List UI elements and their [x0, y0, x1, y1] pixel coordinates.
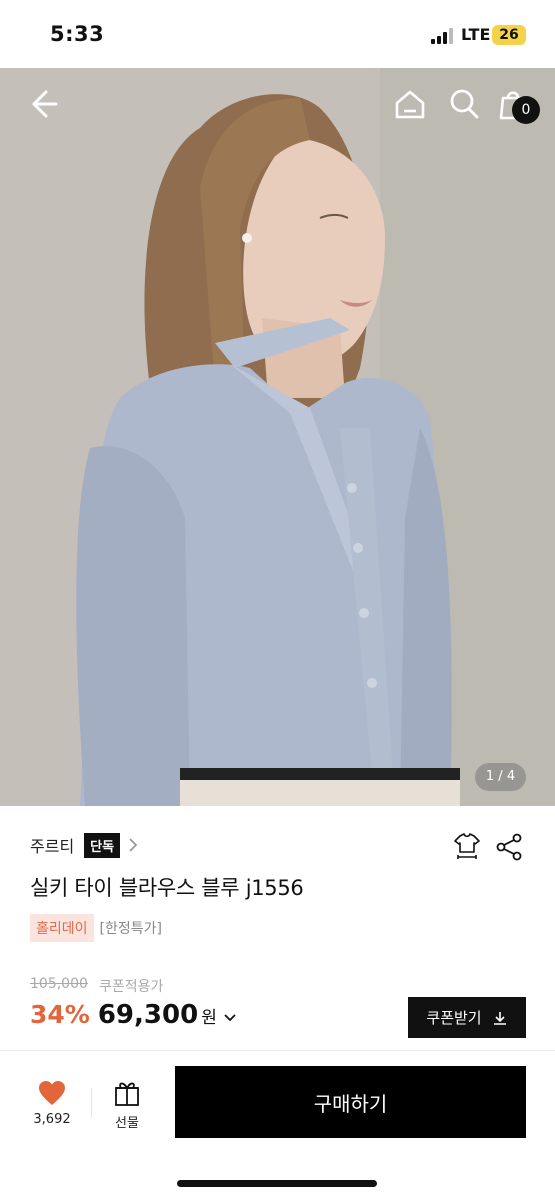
like-button[interactable]: 3,692	[24, 1076, 80, 1136]
chevron-down-icon[interactable]	[223, 1013, 237, 1023]
original-price: 105,000	[30, 976, 88, 992]
gift-icon	[115, 1082, 139, 1106]
gift-label: 선물	[115, 1116, 139, 1131]
home-indicator	[177, 1180, 377, 1187]
brand-row[interactable]: 주르티 단독	[30, 831, 138, 859]
heart-icon	[39, 1081, 65, 1105]
brand-name[interactable]: 주르티	[30, 833, 74, 857]
signal-icon	[431, 28, 455, 44]
discount-rate: 34%	[30, 1000, 90, 1029]
battery-icon: 26	[492, 25, 526, 45]
product-photo	[0, 68, 555, 806]
search-icon[interactable]	[446, 86, 482, 122]
product-image[interactable]: 1 / 4	[0, 68, 555, 806]
exclusive-badge: 단독	[84, 832, 121, 858]
share-icon[interactable]	[495, 832, 525, 862]
tag-row: 홀리데이 [한정특가]	[30, 914, 162, 942]
sale-price: 69,300	[97, 1000, 199, 1030]
download-icon	[493, 1011, 506, 1025]
product-title: 실키 타이 블라우스 블루 j1556	[30, 876, 304, 900]
get-coupon-label: 쿠폰받기	[426, 1010, 482, 1027]
size-guide-icon[interactable]	[452, 832, 482, 862]
buy-button-label: 구매하기	[313, 1093, 388, 1116]
price-row[interactable]: 34% 69,300 원	[30, 1000, 237, 1030]
cart-count-badge[interactable]: 0	[512, 96, 540, 124]
chevron-right-icon[interactable]	[128, 837, 138, 853]
currency-label: 원	[201, 1008, 217, 1028]
coupon-price-label: 쿠폰적용가	[99, 979, 164, 995]
separator	[91, 1088, 92, 1118]
gallery-page-indicator: 1 / 4	[475, 763, 526, 791]
get-coupon-button[interactable]: 쿠폰받기	[408, 997, 526, 1038]
status-time: 5:33	[50, 22, 105, 46]
buy-button[interactable]: 구매하기	[175, 1066, 526, 1138]
home-icon[interactable]	[392, 86, 428, 122]
limited-offer-tag: [한정특가]	[99, 921, 162, 937]
gift-button[interactable]: 선물	[102, 1076, 152, 1136]
network-label: LTE	[461, 25, 491, 44]
back-arrow-icon[interactable]	[26, 86, 62, 122]
like-count: 3,692	[33, 1112, 71, 1127]
status-bar: 5:33 LTE 26	[0, 0, 555, 68]
holiday-tag: 홀리데이	[30, 914, 94, 942]
